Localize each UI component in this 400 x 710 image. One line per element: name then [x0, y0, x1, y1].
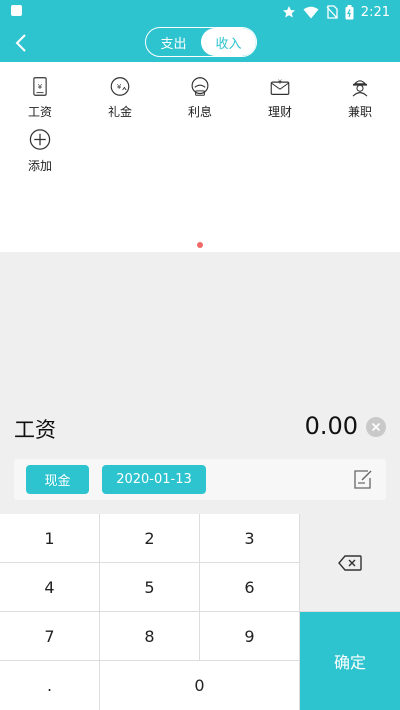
- tab-income[interactable]: 收入: [201, 28, 256, 56]
- selected-category-name: 工资: [14, 418, 56, 442]
- salary-icon: ¥: [33, 77, 47, 96]
- category-label: 礼金: [107, 105, 132, 119]
- page-indicator: [197, 242, 203, 248]
- no-sim-icon: [326, 5, 338, 19]
- options-bar: 现金 2020-01-13: [14, 459, 386, 500]
- amount-row: 工资 0.00: [0, 402, 400, 454]
- key-7[interactable]: 7: [0, 612, 100, 661]
- battery-icon: [345, 4, 354, 19]
- category-label: 理财: [267, 105, 292, 119]
- svg-text:¥: ¥: [278, 79, 282, 86]
- interest-icon: [191, 77, 209, 96]
- category-gift-money[interactable]: ¥ 礼金: [80, 62, 160, 120]
- clear-amount-button[interactable]: [366, 417, 386, 437]
- svg-text:¥: ¥: [38, 83, 43, 91]
- close-icon: [371, 422, 381, 432]
- wifi-icon: [303, 6, 319, 18]
- category-finance[interactable]: ¥ 理财: [240, 62, 320, 120]
- key-9[interactable]: 9: [200, 612, 300, 661]
- backspace-icon: [338, 554, 362, 571]
- key-6[interactable]: 6: [200, 563, 300, 612]
- key-3[interactable]: 3: [200, 514, 300, 563]
- gift-money-icon: ¥: [110, 77, 130, 96]
- amount-display: 0.00: [304, 412, 358, 440]
- type-segmented-control: 支出 收入: [145, 27, 257, 57]
- svg-text:¥: ¥: [117, 83, 122, 91]
- key-8[interactable]: 8: [100, 612, 200, 661]
- number-keypad: 1 2 3 4 5 6 7 8 9 . 0 确定: [0, 514, 400, 710]
- category-label: 兼职: [347, 105, 372, 119]
- date-selector[interactable]: 2020-01-13: [102, 465, 206, 494]
- confirm-button[interactable]: 确定: [300, 612, 400, 710]
- key-0[interactable]: 0: [100, 661, 300, 710]
- key-4[interactable]: 4: [0, 563, 100, 612]
- star-icon: [282, 6, 295, 18]
- tab-expense[interactable]: 支出: [146, 28, 201, 56]
- add-icon: [29, 129, 51, 150]
- key-2[interactable]: 2: [100, 514, 200, 563]
- status-bar: 2:21: [0, 0, 400, 24]
- header: 支出 收入: [0, 24, 400, 62]
- category-label: 利息: [187, 105, 212, 119]
- note-button[interactable]: [352, 468, 374, 490]
- key-decimal[interactable]: .: [0, 661, 100, 710]
- status-time: 2:21: [360, 4, 390, 20]
- key-5[interactable]: 5: [100, 563, 200, 612]
- key-1[interactable]: 1: [0, 514, 100, 563]
- edit-note-icon: [354, 470, 372, 489]
- chevron-left-icon: [15, 34, 26, 52]
- category-part-time[interactable]: 兼职: [320, 62, 400, 120]
- back-button[interactable]: [6, 28, 36, 58]
- category-add[interactable]: 添加: [0, 116, 80, 174]
- finance-icon: ¥: [270, 79, 290, 95]
- category-grid: ¥ 工资 ¥ 礼金 利息 ¥ 理财 兼职 添加: [0, 62, 400, 252]
- account-selector[interactable]: 现金: [26, 465, 89, 494]
- status-icons: 2:21: [282, 3, 390, 21]
- category-label: 添加: [27, 159, 52, 173]
- category-salary[interactable]: ¥ 工资: [0, 62, 80, 120]
- part-time-icon: [352, 80, 368, 97]
- notification-icon: [11, 5, 22, 16]
- category-interest[interactable]: 利息: [160, 62, 240, 120]
- backspace-button[interactable]: [300, 514, 400, 612]
